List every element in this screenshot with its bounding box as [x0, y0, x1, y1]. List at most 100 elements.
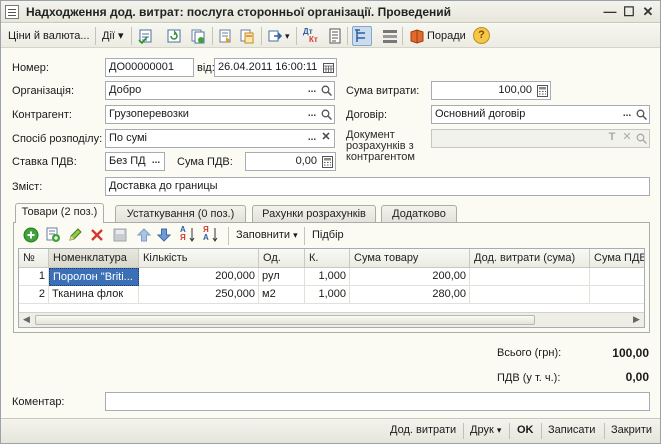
actions-label: Дії	[102, 30, 115, 42]
table-row-1-coefficient[interactable]: 1,000	[305, 268, 350, 286]
help-icon[interactable]: ?	[473, 27, 490, 44]
unpost-document-button[interactable]	[166, 28, 182, 44]
distribution-method-field[interactable]: По сумі ... ✕	[105, 129, 335, 148]
delete-row-button[interactable]	[89, 227, 105, 247]
vat-rate-select-button[interactable]: ...	[149, 153, 163, 170]
contract-select-button[interactable]: ...	[620, 106, 634, 123]
table-row-2-goods-sum[interactable]: 280,00	[350, 286, 470, 304]
sort-desc-button[interactable]: Я А	[203, 226, 209, 246]
table-row-1-vat-sum[interactable]	[590, 268, 644, 286]
column-header-vat-sum[interactable]: Сума ПДВ	[590, 249, 644, 268]
column-header-coefficient[interactable]: К.	[305, 249, 350, 268]
distribution-select-button[interactable]: ...	[305, 130, 319, 147]
scroll-right-icon[interactable]: ▶	[629, 313, 644, 327]
table-row-1-unit[interactable]: рул	[259, 268, 305, 286]
table-row-2-extra-costs[interactable]	[470, 286, 590, 304]
post-document-button[interactable]	[138, 28, 154, 45]
column-header-number[interactable]: №	[19, 249, 49, 268]
clear-icon[interactable]: ✕	[620, 130, 634, 147]
clear-icon[interactable]: ✕	[319, 130, 333, 147]
table-row-2-vat-sum[interactable]	[590, 286, 644, 304]
edit-row-button[interactable]	[67, 227, 83, 247]
organization-select-button[interactable]: ...	[305, 82, 319, 99]
ok-button[interactable]: OK	[517, 424, 534, 436]
settlement-document-field[interactable]: T ✕	[431, 129, 650, 148]
column-header-unit[interactable]: Од.	[259, 249, 305, 268]
end-edit-button[interactable]	[112, 227, 128, 247]
comment-field[interactable]	[105, 392, 650, 411]
actions-menu-button[interactable]: Дії ▾	[102, 26, 124, 46]
tab-equipment[interactable]: Устаткування (0 поз.)	[115, 205, 246, 223]
advice-icon-button[interactable]	[409, 28, 425, 44]
horizontal-scrollbar[interactable]: ◀ ▶	[19, 312, 644, 327]
calculator-icon[interactable]	[320, 153, 334, 170]
calendar-icon[interactable]	[321, 59, 335, 76]
table-row-2-unit[interactable]: м2	[259, 286, 305, 304]
tab-settlement-accounts[interactable]: Рахунки розрахунків	[252, 205, 376, 223]
structure-button[interactable]	[239, 28, 255, 44]
date-field[interactable]: 26.04.2011 16:00:11	[214, 58, 337, 77]
table-row-2-coefficient[interactable]: 1,000	[305, 286, 350, 304]
restore-button[interactable]: ☐	[621, 4, 637, 20]
dt-kt-movements-button[interactable]: Дт Кт	[303, 28, 319, 44]
table-row-1-number[interactable]: 1	[19, 268, 49, 286]
vat-rate-field[interactable]: Без ПД ...	[105, 152, 165, 171]
prices-currency-button[interactable]: Ціни й валюта...	[8, 26, 90, 46]
fill-menu-button[interactable]: Заповнити ▾	[236, 228, 298, 248]
copy-document-button[interactable]	[190, 28, 206, 44]
content-field[interactable]: Доставка до границы	[105, 177, 650, 196]
type-select-icon[interactable]: T	[605, 130, 619, 147]
column-header-quantity[interactable]: Кількість	[139, 249, 259, 268]
journal-button[interactable]	[327, 28, 343, 44]
table-row-2-item[interactable]: Тканина флок	[49, 286, 139, 304]
table-row-1-item[interactable]: Поролон "Briti...	[49, 268, 139, 286]
contractor-field[interactable]: Грузоперевозки ...	[105, 105, 335, 124]
search-icon[interactable]	[319, 82, 333, 99]
tab-goods[interactable]: Товари (2 поз.)	[15, 203, 104, 223]
based-on-button[interactable]	[217, 28, 233, 44]
sort-asc-button[interactable]: А Я	[180, 226, 186, 246]
number-field[interactable]: ДО00000001	[105, 58, 194, 77]
table-row-1-goods-sum[interactable]: 200,00	[350, 268, 470, 286]
organization-field[interactable]: Добро ...	[105, 81, 335, 100]
tree-view-button[interactable]	[352, 26, 372, 46]
minimize-button[interactable]: —	[602, 4, 618, 20]
list-settings-button[interactable]	[382, 28, 398, 44]
column-header-extra-costs[interactable]: Дод. витрати (сума)	[470, 249, 590, 268]
scrollbar-thumb[interactable]	[35, 315, 535, 325]
search-icon[interactable]	[319, 106, 333, 123]
tab-additional[interactable]: Додатково	[381, 205, 457, 223]
table-row-1-extra-costs[interactable]	[470, 268, 590, 286]
search-icon[interactable]	[634, 130, 648, 147]
column-header-goods-sum[interactable]: Сума товару	[350, 249, 470, 268]
arrow-up-icon	[136, 228, 152, 242]
calculator-icon[interactable]	[535, 82, 549, 99]
chevron-down-icon[interactable]: ▾	[285, 26, 290, 46]
advice-button[interactable]: Поради	[427, 26, 466, 46]
scroll-left-icon[interactable]: ◀	[19, 313, 34, 327]
goods-table: № Номенклатура Кількість Од. К. Сума тов…	[18, 248, 645, 328]
extra-costs-button[interactable]: Дод. витрати	[390, 424, 456, 436]
toolbar-separator	[131, 27, 132, 45]
toolbar-separator	[296, 27, 297, 45]
contractor-select-button[interactable]: ...	[305, 106, 319, 123]
print-menu-button[interactable]: Друк ▾	[470, 424, 501, 436]
add-row-button[interactable]	[23, 227, 39, 247]
close-button[interactable]: ✕	[640, 4, 656, 20]
move-up-button[interactable]	[136, 227, 152, 247]
save-button[interactable]: Записати	[548, 424, 595, 436]
copy-row-button[interactable]	[45, 227, 61, 247]
close-form-button[interactable]: Закрити	[611, 424, 652, 436]
contract-field[interactable]: Основний договір ...	[431, 105, 650, 124]
table-row-2-quantity[interactable]: 250,000	[139, 286, 259, 304]
table-row-2-number[interactable]: 2	[19, 286, 49, 304]
search-icon[interactable]	[634, 106, 648, 123]
vat-sum-field[interactable]: 0,00	[245, 152, 336, 171]
move-down-button[interactable]	[156, 227, 172, 247]
selection-button[interactable]: Підбір	[312, 228, 344, 248]
table-row-1-quantity[interactable]: 200,000	[139, 268, 259, 286]
expense-sum-field[interactable]: 100,00	[431, 81, 551, 100]
go-to-button[interactable]	[267, 28, 283, 44]
title-bar[interactable]: Надходження дод. витрат: послуга сторонн…	[1, 1, 660, 23]
column-header-item[interactable]: Номенклатура	[49, 249, 139, 268]
